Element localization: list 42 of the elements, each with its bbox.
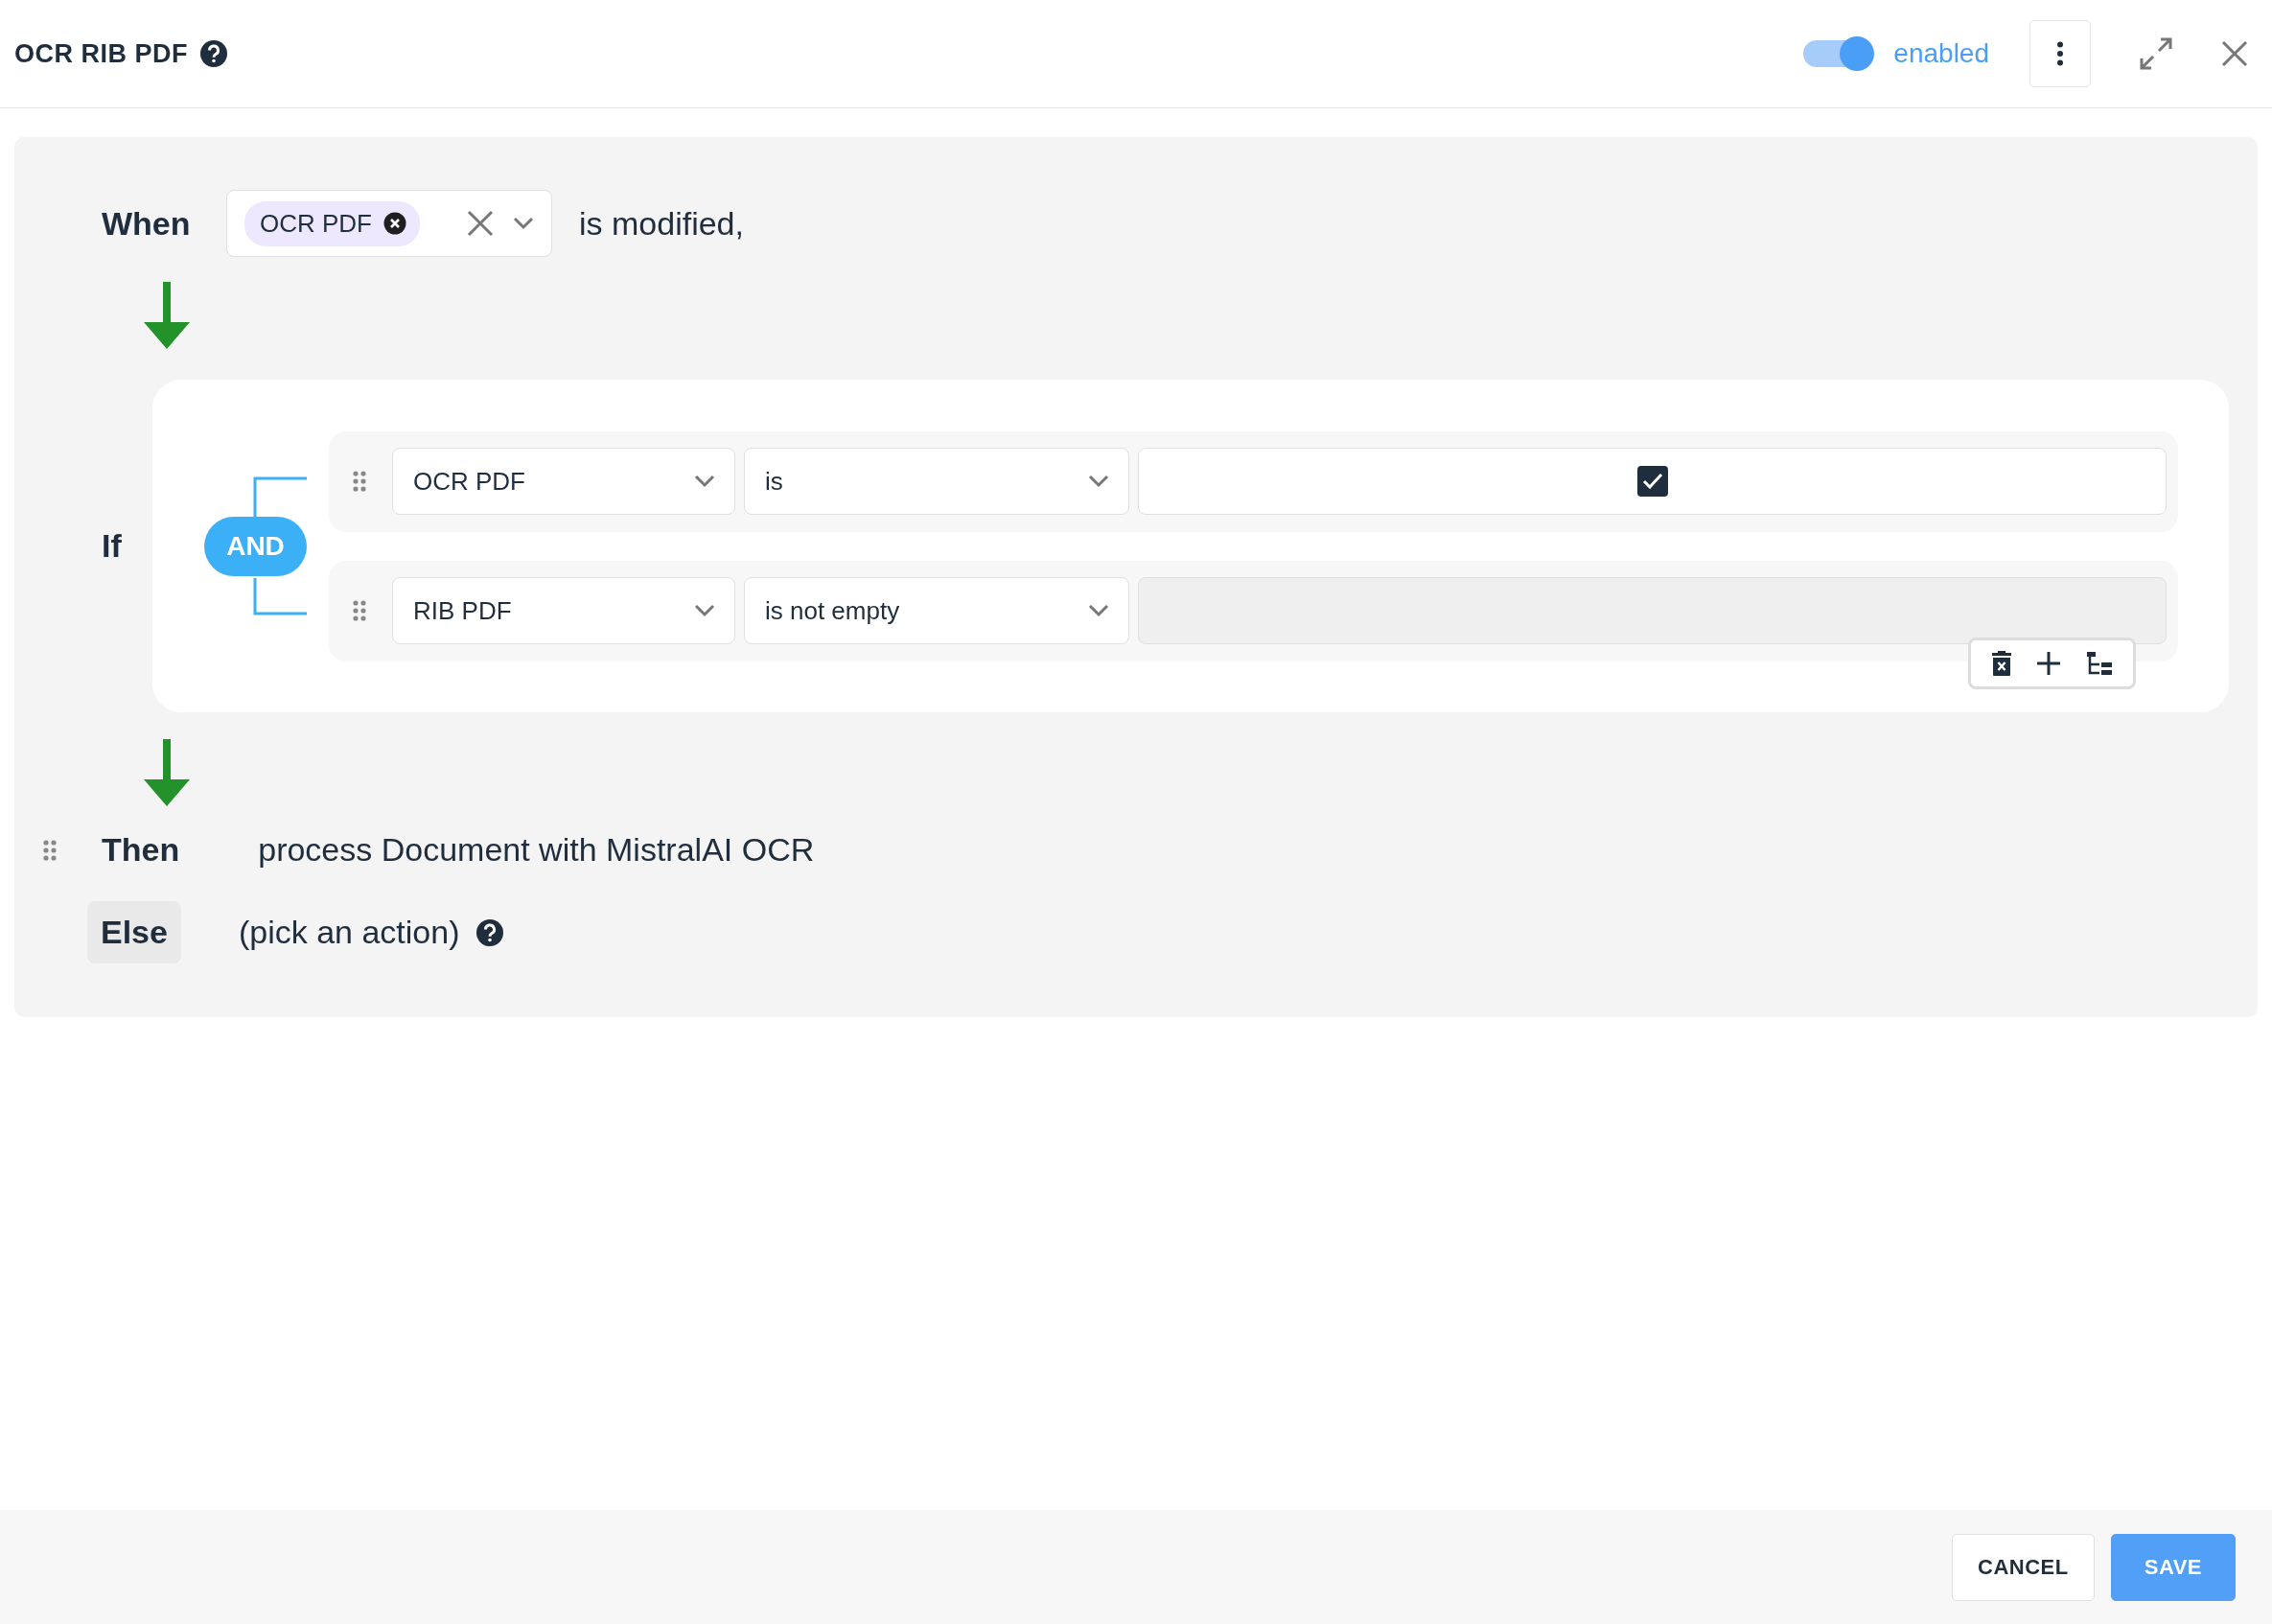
bracket-line	[253, 578, 307, 615]
value-field[interactable]	[1138, 448, 2167, 515]
chevron-down-icon	[694, 604, 715, 617]
else-label: Else	[87, 901, 181, 963]
tree-icon[interactable]	[2086, 651, 2114, 676]
chevron-down-icon	[1088, 475, 1109, 488]
close-icon[interactable]	[2221, 40, 2248, 67]
action-placeholder[interactable]: (pick an action)	[238, 914, 460, 951]
bracket-line	[253, 476, 307, 517]
drag-handle-icon[interactable]	[43, 839, 57, 861]
delete-icon[interactable]	[1990, 650, 2012, 677]
if-label: If	[102, 527, 123, 565]
down-arrow-icon	[142, 282, 192, 349]
then-label: Then	[102, 831, 180, 869]
add-icon[interactable]	[2036, 651, 2062, 676]
trigger-text: is modified,	[579, 204, 744, 243]
down-arrow-icon	[142, 739, 192, 806]
check-icon	[1641, 473, 1663, 490]
drag-handle-icon[interactable]	[353, 471, 366, 492]
dialog-title: OCR RIB PDF	[14, 38, 188, 69]
field-select[interactable]: RIB PDF	[392, 577, 735, 644]
more-button[interactable]	[2029, 20, 2091, 87]
operator-select[interactable]: is	[744, 448, 1129, 515]
cancel-button[interactable]: CANCEL	[1952, 1533, 2095, 1601]
value-checkbox[interactable]	[1636, 466, 1668, 497]
field-tag: OCR PDF	[244, 200, 420, 246]
operator-select[interactable]: is not empty	[744, 577, 1129, 644]
action-text: process Document with MistralAI OCR	[258, 831, 815, 869]
drag-handle-icon[interactable]	[353, 600, 366, 621]
help-icon[interactable]	[475, 917, 504, 947]
clear-icon[interactable]	[467, 210, 494, 237]
trigger-select[interactable]: OCR PDF	[226, 190, 552, 257]
help-icon[interactable]	[199, 39, 228, 68]
remove-tag-icon[interactable]	[383, 212, 406, 235]
chevron-down-icon	[1088, 604, 1109, 617]
chevron-down-icon	[513, 217, 534, 230]
expand-icon[interactable]	[2139, 36, 2173, 71]
when-label: When	[102, 204, 192, 243]
field-select[interactable]: OCR PDF	[392, 448, 735, 515]
kebab-icon	[2056, 41, 2064, 66]
toggle-label: enabled	[1893, 38, 1989, 69]
chevron-down-icon	[694, 475, 715, 488]
